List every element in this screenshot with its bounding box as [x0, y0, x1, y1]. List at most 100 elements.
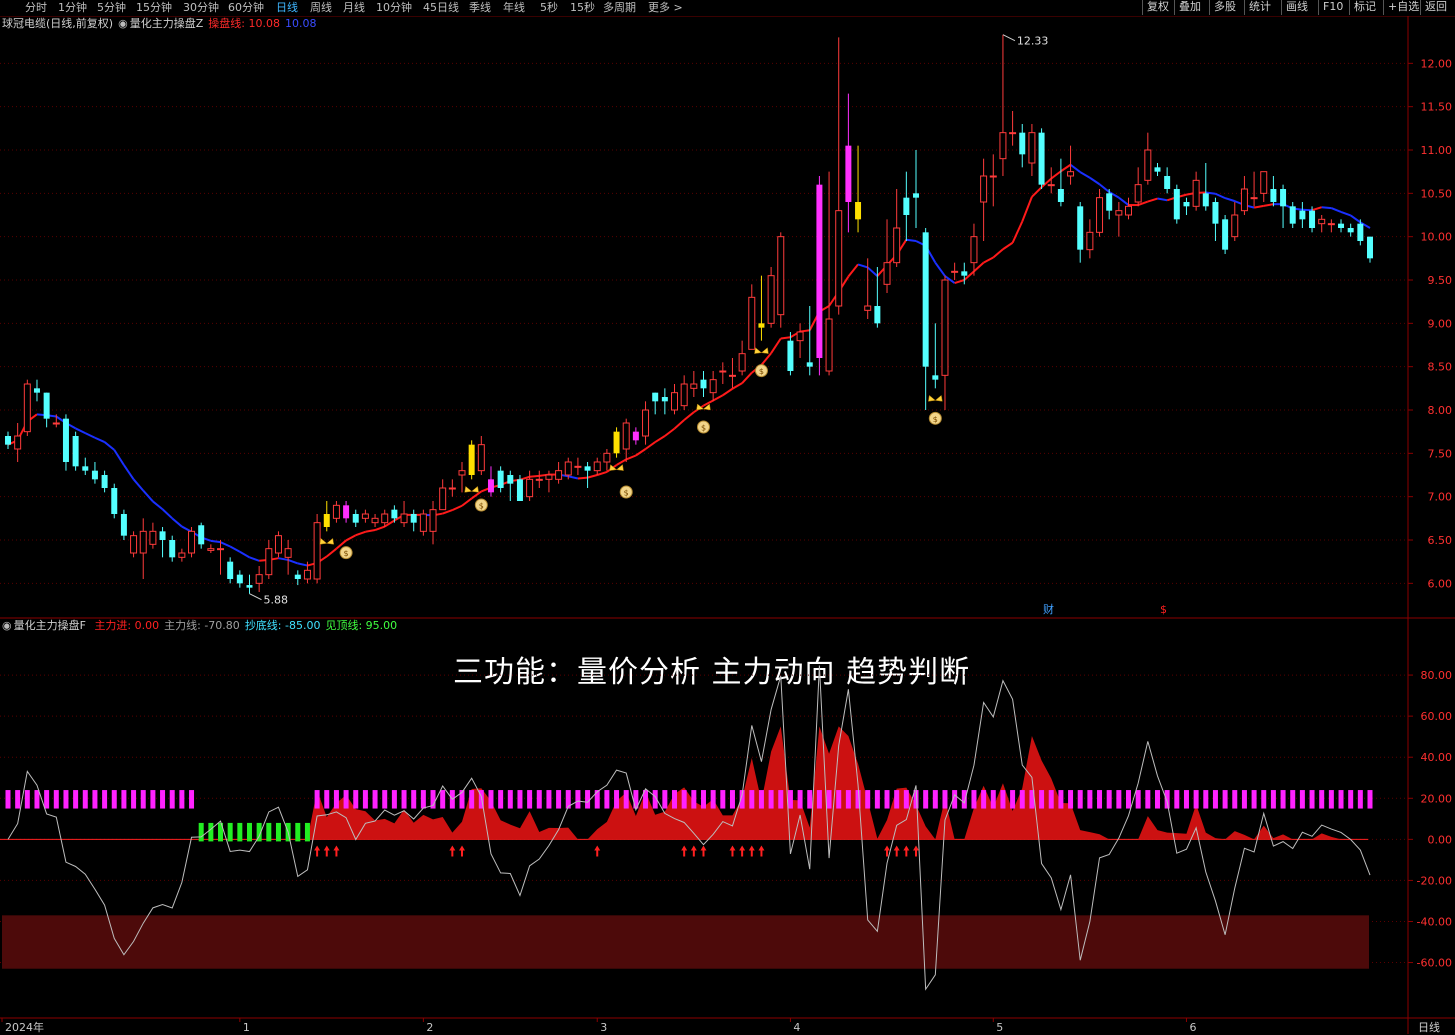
- buy-arrow: [903, 846, 909, 857]
- butterfly-wings: [754, 348, 768, 354]
- candle: [845, 94, 851, 233]
- control-line-segment: [375, 527, 385, 530]
- trend-bar-magenta: [411, 790, 416, 808]
- trend-bar-magenta: [1078, 790, 1083, 808]
- trend-bar-magenta: [315, 790, 320, 808]
- candle-body: [1000, 133, 1006, 159]
- candle: [768, 267, 774, 328]
- trend-bar-magenta: [1174, 790, 1179, 808]
- candle: [952, 263, 958, 280]
- candle: [585, 462, 591, 488]
- candle: [1029, 124, 1035, 176]
- trend-bar-magenta: [817, 790, 822, 808]
- candle: [246, 575, 252, 594]
- trend-bar-green: [199, 823, 204, 841]
- candle-body: [121, 514, 127, 536]
- control-line-segment: [588, 475, 598, 478]
- candle-body: [1280, 189, 1286, 206]
- control-line-segment: [993, 249, 1003, 257]
- trend-bar-magenta: [1068, 790, 1073, 808]
- candle-body: [1174, 189, 1180, 219]
- trend-bar-magenta: [392, 790, 397, 808]
- candle-body: [894, 228, 900, 263]
- trend-bar-magenta: [179, 790, 184, 808]
- control-line-segment: [868, 267, 878, 276]
- candle-body: [478, 445, 484, 471]
- candle: [672, 384, 678, 414]
- control-line-segment: [221, 542, 231, 546]
- control-line-segment: [935, 263, 945, 276]
- candle-body: [440, 488, 446, 510]
- candle: [652, 393, 658, 415]
- trend-bar-magenta: [6, 790, 11, 808]
- control-line-segment: [1148, 199, 1158, 202]
- candle-body: [874, 306, 880, 323]
- control-line-segment: [124, 465, 134, 479]
- candle-body: [469, 445, 475, 475]
- trend-bar-magenta: [971, 790, 976, 808]
- trend-bar-magenta: [614, 790, 619, 808]
- date-tick-label: 2024年: [5, 1020, 44, 1034]
- trend-bar-magenta: [160, 790, 165, 808]
- candle-body: [855, 202, 861, 219]
- indicator-tick-label: 40.00: [1421, 751, 1453, 764]
- trend-bar-magenta: [1020, 790, 1025, 808]
- candle-body: [1299, 211, 1305, 220]
- candle-body: [1087, 232, 1093, 249]
- control-line-segment: [1013, 222, 1023, 243]
- daily-label[interactable]: 日线: [1418, 1019, 1440, 1035]
- candle-body: [169, 540, 175, 557]
- control-line-segment: [761, 353, 771, 365]
- buy-arrow: [459, 846, 465, 857]
- candle-body: [102, 475, 108, 488]
- price-tick-label: 8.50: [1428, 361, 1453, 374]
- butterfly-wings: [320, 538, 334, 544]
- candle: [1164, 167, 1170, 193]
- stock-chart[interactable]: 12.0011.5011.0010.5010.009.509.008.508.0…: [0, 0, 1455, 1034]
- candle-body: [304, 570, 310, 579]
- candle-body: [565, 462, 571, 475]
- candle: [1097, 189, 1103, 237]
- trend-bar-magenta: [363, 790, 368, 808]
- candle-body: [1145, 150, 1151, 180]
- candle-body: [382, 514, 388, 523]
- indicator-tick-label: 20.00: [1421, 792, 1453, 805]
- finance-marker: 财: [1043, 602, 1054, 616]
- candle: [1261, 172, 1267, 202]
- candle: [92, 462, 98, 484]
- candle-body: [179, 553, 185, 557]
- candle-body: [1097, 198, 1103, 233]
- trend-bar-magenta: [981, 790, 986, 808]
- candle: [894, 189, 900, 267]
- candle: [1241, 176, 1247, 215]
- control-line-segment: [1264, 204, 1274, 206]
- candle: [720, 362, 726, 384]
- control-line-segment: [858, 264, 868, 267]
- trend-bar-magenta: [498, 790, 503, 808]
- trend-bar-magenta: [836, 790, 841, 808]
- candle-body: [1251, 198, 1257, 199]
- control-line-segment: [568, 476, 578, 478]
- trend-bar-magenta: [102, 790, 107, 808]
- candle: [700, 371, 706, 397]
- candle-body: [1135, 185, 1141, 202]
- trend-bar-magenta: [720, 790, 725, 808]
- trend-bar-magenta: [1116, 790, 1121, 808]
- candle: [662, 388, 668, 414]
- trend-bar-magenta: [730, 790, 735, 808]
- candle-body: [720, 371, 726, 372]
- control-line-segment: [1119, 198, 1129, 205]
- trend-bar-magenta: [334, 790, 339, 808]
- candle: [1299, 202, 1305, 228]
- money-bag-icon: $: [755, 365, 767, 377]
- control-line-segment: [1051, 171, 1061, 178]
- candle: [1222, 215, 1228, 254]
- control-line-segment: [636, 449, 646, 456]
- candle-body: [913, 193, 919, 197]
- candle-body: [942, 280, 948, 375]
- candle: [324, 501, 330, 531]
- candle-body: [246, 585, 252, 588]
- candle-body: [459, 471, 465, 475]
- control-line-segment: [143, 491, 153, 502]
- candle: [1338, 219, 1344, 232]
